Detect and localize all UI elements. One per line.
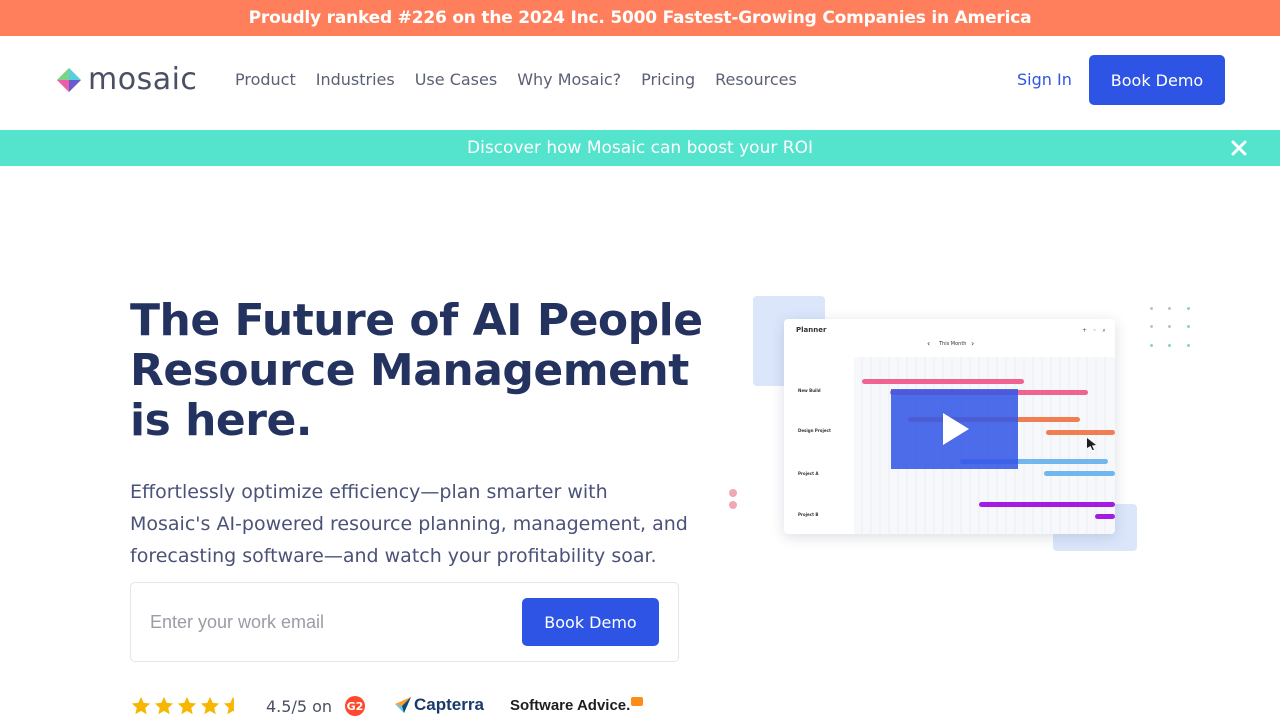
- roi-banner-text: Discover how Mosaic can boost your ROI: [467, 138, 813, 158]
- star-icon: [154, 696, 174, 715]
- hero-subtitle-line: Effortlessly optimize efficiency—plan sm…: [130, 481, 608, 503]
- email-signup-form: Book Demo: [130, 582, 679, 662]
- mouse-cursor-icon: [1087, 438, 1096, 450]
- software-advice-logo: Software Advice.: [510, 697, 644, 714]
- promo-banner-text: Proudly ranked #226 on the 2024 Inc. 500…: [248, 8, 1032, 28]
- g2-logo-label: G2: [347, 700, 364, 713]
- g2-logo-icon: G2: [345, 696, 365, 716]
- hero-subtitle-line: forecasting software—and watch your prof…: [130, 545, 657, 567]
- planner-bar: [1046, 430, 1115, 435]
- planner-row-label: Project A: [798, 471, 819, 476]
- planner-row-label: Project B: [798, 512, 819, 517]
- hero-book-demo-label: Book Demo: [544, 612, 637, 632]
- planner-row-label: New Build: [798, 388, 821, 393]
- capterra-logo: Capterra: [394, 695, 484, 715]
- planner-bar: [1044, 471, 1115, 476]
- main-nav: mosaic Product Industries Use Cases Why …: [0, 36, 1280, 130]
- planner-toolbar-icons: + ◦ ⌕: [1082, 327, 1108, 334]
- nav-link-use-cases[interactable]: Use Cases: [415, 70, 497, 89]
- capterra-label: Capterra: [414, 695, 484, 714]
- half-star-icon: [223, 696, 234, 715]
- hero-title: The Future of AI People Resource Managem…: [130, 296, 730, 446]
- close-icon[interactable]: [1228, 137, 1250, 159]
- star-rating: [130, 695, 244, 717]
- nav-book-demo-label: Book Demo: [1110, 70, 1204, 90]
- decorative-dot-grid: [1150, 307, 1190, 347]
- rating-text: 4.5/5 on: [266, 696, 333, 716]
- hero-title-line: The Future of AI People: [130, 295, 703, 346]
- nav-links: Product Industries Use Cases Why Mosaic?…: [235, 70, 817, 89]
- nav-link-why-mosaic[interactable]: Why Mosaic?: [517, 70, 621, 89]
- chevron-right-icon: ›: [971, 339, 975, 348]
- hero-title-line: Resource Management: [130, 345, 689, 396]
- logo-wordmark: mosaic: [88, 62, 198, 97]
- work-email-input[interactable]: [132, 584, 512, 660]
- nav-link-resources[interactable]: Resources: [715, 70, 797, 89]
- nav-link-product[interactable]: Product: [235, 70, 296, 89]
- planner-title: Planner: [796, 326, 827, 334]
- nav-book-demo-button[interactable]: Book Demo: [1089, 55, 1225, 105]
- star-icon: [177, 696, 197, 715]
- hero-subtitle-line: Mosaic's AI-powered resource planning, m…: [130, 513, 688, 535]
- planner-bar: [979, 502, 1115, 507]
- software-advice-label: Software Advice.: [510, 697, 631, 714]
- hero-book-demo-button[interactable]: Book Demo: [522, 598, 659, 646]
- decorative-pink-dots: [729, 489, 737, 513]
- promo-banner[interactable]: Proudly ranked #226 on the 2024 Inc. 500…: [0, 0, 1280, 36]
- rating-row: 4.5/5 on G2 Capterra Software Advice.: [130, 692, 650, 720]
- roi-banner[interactable]: Discover how Mosaic can boost your ROI: [0, 130, 1280, 166]
- nav-link-industries[interactable]: Industries: [316, 70, 395, 89]
- planner-row-label: Design Project: [798, 428, 831, 433]
- planner-bar: [862, 379, 1024, 384]
- star-icon: [131, 696, 151, 715]
- mosaic-logo[interactable]: mosaic: [56, 62, 198, 97]
- chat-bubble-icon: [631, 697, 644, 706]
- nav-link-pricing[interactable]: Pricing: [641, 70, 695, 89]
- planner-bar: [1095, 514, 1115, 519]
- capterra-arrow-icon: [395, 697, 411, 713]
- chevron-left-icon: ‹: [927, 339, 931, 348]
- video-play-button[interactable]: [891, 389, 1018, 469]
- play-icon: [943, 413, 969, 445]
- mosaic-logo-icon: [57, 68, 81, 92]
- sign-in-link[interactable]: Sign In: [1017, 70, 1072, 89]
- planner-period: This Month: [939, 341, 967, 347]
- star-icon: [200, 696, 220, 715]
- hero-subtitle: Effortlessly optimize efficiency—plan sm…: [130, 476, 690, 572]
- hero-title-line: is here.: [130, 395, 313, 446]
